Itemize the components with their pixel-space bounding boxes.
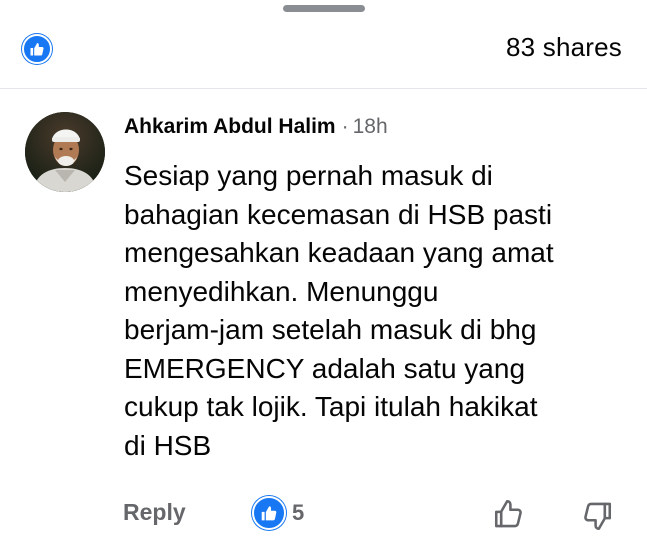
thumb-down-outline-icon (584, 502, 612, 531)
thumb-up-outline-icon (494, 499, 522, 528)
reply-button[interactable]: Reply (123, 499, 186, 526)
avatar[interactable] (25, 112, 105, 192)
upvote-button[interactable] (490, 495, 528, 533)
reactions-summary-bar: 83 shares (0, 30, 647, 70)
shares-count[interactable]: 83 shares (506, 32, 622, 63)
like-reaction-icon[interactable] (252, 496, 286, 530)
thumb-up-glyph-icon (261, 506, 277, 521)
comment-header: Ahkarim Abdul Halim · 18h (124, 115, 388, 139)
comment-actions: Reply 5 (0, 492, 647, 536)
like-reaction-icon[interactable] (22, 34, 52, 64)
reaction-count[interactable]: 5 (292, 500, 304, 526)
profile-photo (25, 112, 105, 192)
comments-sheet: 83 shares Ahkarim Abdul Halim·18h Sesi (0, 0, 647, 539)
comment-timestamp[interactable]: 18h (353, 115, 388, 138)
separator-dot: · (341, 115, 349, 138)
comment-text: Sesiap yang pernah masuk di bahagian kec… (124, 160, 554, 461)
thumb-up-glyph-icon (30, 43, 44, 56)
author-name[interactable]: Ahkarim Abdul Halim (124, 115, 336, 138)
downvote-button[interactable] (578, 497, 616, 535)
sheet-drag-handle[interactable] (283, 5, 365, 12)
header-divider (0, 88, 647, 89)
